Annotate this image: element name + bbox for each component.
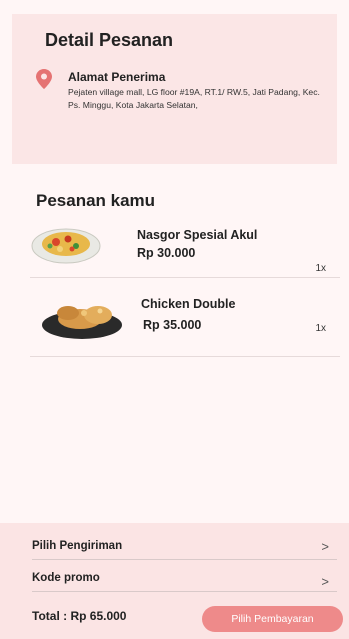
order-item[interactable]: Chicken Double Rp 35.000 1x (30, 285, 340, 357)
shipping-option-row[interactable]: Pilih Pengiriman > (32, 534, 337, 560)
order-detail-screen: ← Detail Pesanan Alamat Penerima Pejaten… (0, 0, 349, 639)
shipping-label: Pilih Pengiriman (32, 540, 123, 552)
chicken-image (42, 306, 122, 339)
page-title: Detail Pesanan (45, 30, 174, 50)
orders-title: Pesanan kamu (36, 191, 156, 210)
item-quantity: 1x (315, 323, 326, 334)
item-name: Chicken Double (141, 297, 236, 311)
total-price: Total : Rp 65.000 (32, 609, 127, 623)
chevron-right-icon: > (321, 574, 329, 589)
chevron-right-icon: > (321, 539, 329, 554)
promo-label: Kode promo (32, 572, 100, 584)
address-title: Alamat Penerima (68, 70, 166, 84)
back-arrow-icon[interactable]: ← (22, 30, 42, 50)
item-price: Rp 30.000 (137, 246, 196, 260)
item-name: Nasgor Spesial Akul (137, 228, 258, 242)
promo-code-row[interactable]: Kode promo > (32, 566, 337, 592)
nasi-goreng-image (31, 228, 101, 264)
item-quantity: 1x (315, 263, 326, 274)
choose-payment-button[interactable]: Pilih Pembayaran (202, 606, 343, 632)
order-item[interactable]: Nasgor Spesial Akul Rp 30.000 1x (30, 218, 340, 278)
location-pin-icon (36, 69, 52, 89)
address-text: Pejaten village mall, LG floor #19A, RT.… (68, 87, 320, 110)
item-price: Rp 35.000 (143, 318, 202, 332)
